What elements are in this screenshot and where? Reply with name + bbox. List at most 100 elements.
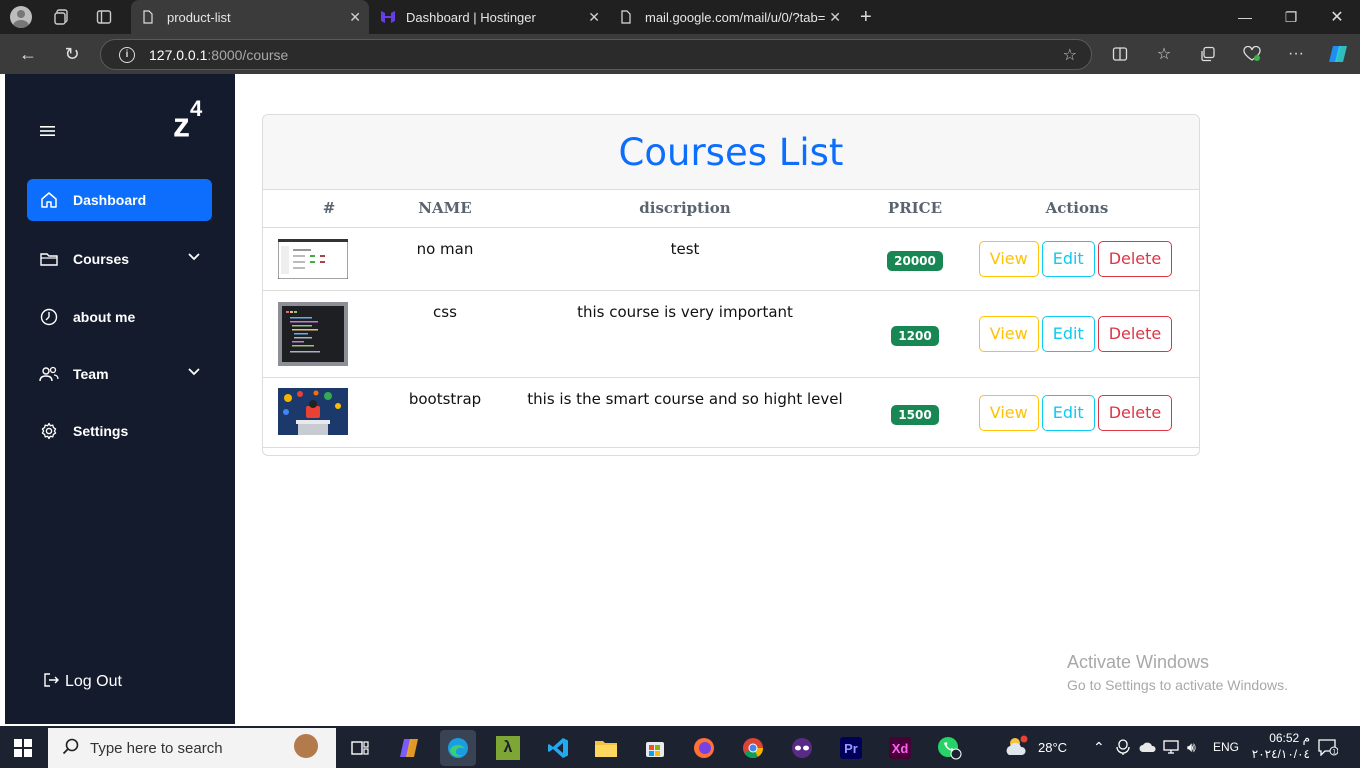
close-window-icon[interactable]: ✕	[1314, 0, 1360, 34]
performance-icon[interactable]	[1230, 34, 1274, 74]
logout-button[interactable]: Log Out	[43, 672, 122, 692]
price-cell: 20000	[875, 227, 955, 291]
restore-icon[interactable]: ❐	[1268, 0, 1314, 34]
column-header: discription	[495, 190, 875, 228]
premiere-pro-icon[interactable]: Pr	[833, 730, 869, 766]
edge-browser-icon[interactable]	[440, 730, 476, 766]
activation-watermark-subtitle: Go to Settings to activate Windows.	[1067, 677, 1288, 693]
logo-superscript: 4	[190, 96, 203, 121]
tab-title: Dashboard | Hostinger	[406, 9, 536, 25]
home-icon	[39, 190, 59, 210]
notifications-icon[interactable]: 1	[1318, 726, 1338, 768]
delete-button[interactable]: Delete	[1097, 315, 1173, 352]
tab-actions-icon[interactable]	[87, 0, 121, 34]
sidebar-item-courses[interactable]: Courses	[27, 238, 212, 280]
collections-icon[interactable]	[1186, 34, 1230, 74]
chrome-icon[interactable]	[735, 730, 771, 766]
people-icon	[39, 364, 59, 384]
network-icon[interactable]	[1163, 726, 1181, 768]
page-icon	[141, 10, 155, 24]
sidebar-item-dashboard[interactable]: Dashboard	[27, 179, 212, 221]
delete-button[interactable]: Delete	[1097, 394, 1173, 431]
edit-button[interactable]: Edit	[1041, 240, 1095, 277]
chevron-down-icon	[188, 365, 200, 379]
url-path: :8000/course	[207, 46, 289, 63]
copilot-app-icon[interactable]	[392, 730, 428, 766]
adobe-xd-icon[interactable]: Xd	[882, 730, 918, 766]
taskbar-search-box[interactable]: Type here to search	[48, 728, 336, 768]
mask-app-icon[interactable]	[784, 730, 820, 766]
column-header: Actions	[955, 190, 1199, 228]
system-clock[interactable]: 06:52 م ٢٠٢٤/١٠/٠٤	[1250, 730, 1310, 762]
courses-card: Courses List # NAME discription PRICE Ac…	[262, 114, 1200, 456]
course-name: bootstrap	[395, 377, 495, 448]
favorite-star-icon[interactable]: ☆	[1063, 45, 1077, 65]
menu-toggle-icon[interactable]	[40, 122, 55, 140]
card-header: Courses List	[263, 115, 1199, 190]
workspaces-icon[interactable]	[45, 0, 79, 34]
weather-widget[interactable]: 28°C	[1004, 726, 1067, 768]
tab-hostinger[interactable]: Dashboard | Hostinger ✕	[370, 0, 608, 34]
tab-title: mail.google.com/mail/u/0/?tab=r	[645, 9, 825, 25]
edit-button[interactable]: Edit	[1041, 315, 1095, 352]
actions-cell: View Edit Delete	[955, 290, 1199, 378]
page-title: Courses List	[618, 130, 844, 174]
view-button[interactable]: View	[978, 315, 1039, 352]
close-tab-icon[interactable]: ✕	[588, 9, 600, 26]
sidebar-item-about[interactable]: about me	[27, 296, 212, 338]
close-tab-icon[interactable]: ✕	[349, 9, 361, 26]
page-icon	[619, 10, 633, 24]
course-name: css	[395, 290, 495, 378]
table-row: css this course is very important 1200 V…	[263, 290, 1199, 378]
back-arrow-icon[interactable]: ←	[8, 34, 48, 74]
refresh-icon[interactable]: ↻	[52, 34, 92, 74]
microsoft-store-icon[interactable]	[637, 730, 673, 766]
favorites-icon[interactable]: ☆	[1142, 34, 1186, 74]
lambda-app-icon[interactable]: λ	[490, 730, 526, 766]
minimize-icon[interactable]: —	[1222, 0, 1268, 34]
new-tab-icon[interactable]: +	[860, 6, 872, 29]
table-header-row: # NAME discription PRICE Actions	[263, 190, 1199, 228]
file-explorer-icon[interactable]	[588, 730, 624, 766]
view-button[interactable]: View	[978, 240, 1039, 277]
svg-text:1: 1	[1332, 749, 1336, 756]
url-host: 127.0.0.1	[149, 46, 208, 63]
copilot-icon[interactable]	[1316, 34, 1360, 74]
meet-now-icon[interactable]	[1116, 726, 1130, 768]
code-editor-thumbnail	[278, 301, 348, 366]
sidebar-item-label: Dashboard	[73, 192, 147, 208]
vscode-icon[interactable]	[540, 730, 576, 766]
logout-label: Log Out	[65, 673, 122, 690]
edit-button[interactable]: Edit	[1041, 394, 1095, 431]
sidebar-item-settings[interactable]: Settings	[27, 410, 212, 452]
volume-icon[interactable]: 🔊︎	[1187, 726, 1196, 768]
gear-icon	[39, 421, 59, 441]
language-indicator[interactable]: ENG	[1213, 726, 1239, 768]
whatsapp-icon[interactable]	[931, 730, 967, 766]
search-placeholder: Type here to search	[90, 739, 223, 757]
close-tab-icon[interactable]: ✕	[829, 9, 841, 26]
tab-gmail[interactable]: mail.google.com/mail/u/0/?tab=r ✕	[609, 0, 849, 34]
thumb-cell	[263, 377, 395, 448]
more-options-icon[interactable]: ···	[1274, 34, 1318, 74]
split-screen-icon[interactable]	[1098, 34, 1142, 74]
search-icon	[62, 737, 80, 760]
show-hidden-icons[interactable]: ⌃	[1093, 726, 1105, 768]
task-view-icon[interactable]	[342, 730, 378, 766]
tab-product-list[interactable]: product-list ✕	[131, 0, 369, 34]
delete-button[interactable]: Delete	[1097, 240, 1173, 277]
site-info-icon[interactable]: i	[119, 46, 135, 63]
chevron-down-icon	[188, 250, 200, 264]
profile-avatar[interactable]	[10, 6, 32, 28]
brand-logo[interactable]: z4	[173, 96, 202, 145]
address-bar[interactable]: i 127.0.0.1:8000/course ☆	[100, 39, 1092, 70]
thumb-cell	[263, 227, 395, 291]
firefox-icon[interactable]	[686, 730, 722, 766]
logo-text: z	[173, 106, 190, 145]
sidebar-item-team[interactable]: Team	[27, 353, 212, 395]
table-row: no man test 20000 View Edit Delete	[263, 227, 1199, 291]
view-button[interactable]: View	[978, 394, 1039, 431]
actions-cell: View Edit Delete	[955, 227, 1199, 291]
onedrive-icon[interactable]	[1139, 726, 1157, 768]
windows-start-icon[interactable]	[14, 739, 32, 757]
